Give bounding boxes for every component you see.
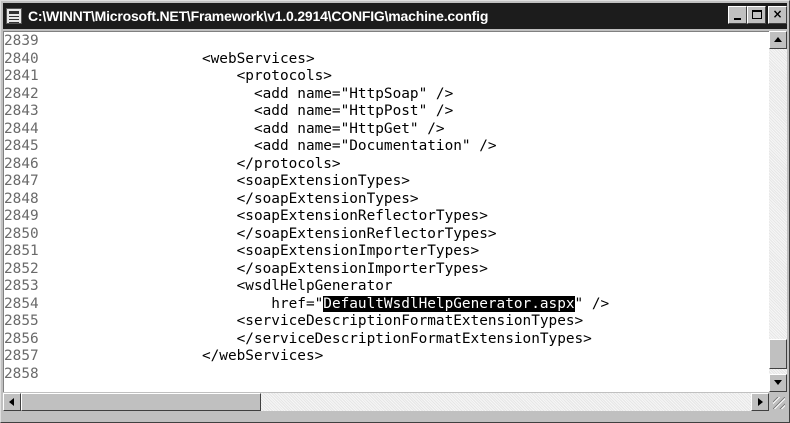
code-text: </soapExtensionImporterTypes> bbox=[124, 260, 488, 277]
arrow-up-icon bbox=[774, 37, 782, 42]
document-icon[interactable] bbox=[6, 8, 22, 24]
code-line[interactable]: 2849 <soapExtensionReflectorTypes> bbox=[4, 208, 488, 225]
minimize-button[interactable] bbox=[728, 6, 747, 24]
code-line[interactable]: 2852 </soapExtensionImporterTypes> bbox=[4, 261, 488, 278]
close-icon: × bbox=[772, 7, 783, 21]
code-line[interactable]: 2840 <webServices> bbox=[4, 51, 315, 68]
code-text: </soapExtensionTypes> bbox=[124, 190, 419, 207]
code-line[interactable]: 2841 <protocols> bbox=[4, 68, 332, 85]
code-text: </soapExtensionReflectorTypes> bbox=[124, 225, 497, 242]
code-line[interactable]: 2843 <add name="HttpPost" /> bbox=[4, 103, 453, 120]
code-line[interactable]: 2855 <serviceDescriptionFormatExtensionT… bbox=[4, 313, 583, 330]
vertical-scrollbar[interactable] bbox=[769, 31, 787, 392]
code-line[interactable]: 2842 <add name="HttpSoap" /> bbox=[4, 86, 453, 103]
code-line[interactable]: 2858 bbox=[4, 366, 202, 383]
window-controls: × bbox=[728, 6, 787, 24]
line-number: 2847 bbox=[4, 173, 39, 189]
arrow-down-icon bbox=[774, 380, 782, 385]
code-text: </webServices> bbox=[124, 348, 324, 364]
line-number: 2843 bbox=[4, 103, 39, 119]
horizontal-scroll-thumb[interactable] bbox=[21, 393, 261, 411]
code-line[interactable]: 2839 bbox=[4, 33, 202, 50]
line-number: 2851 bbox=[4, 243, 39, 259]
line-number: 2844 bbox=[4, 120, 39, 137]
code-text: <add name="HttpGet" /> bbox=[124, 120, 445, 137]
code-text: </serviceDescriptionFormatExtensionTypes… bbox=[124, 330, 592, 347]
code-line[interactable]: 2850 </soapExtensionReflectorTypes> bbox=[4, 226, 497, 243]
code-line[interactable]: 2851 <soapExtensionImporterTypes> bbox=[4, 243, 479, 260]
code-line[interactable]: 2848 </soapExtensionTypes> bbox=[4, 191, 419, 208]
maximize-button[interactable] bbox=[747, 6, 766, 24]
line-number: 2855 bbox=[4, 313, 39, 329]
code-text: <wsdlHelpGenerator bbox=[124, 278, 393, 294]
code-text: <add name="HttpSoap" /> bbox=[124, 85, 454, 102]
code-text: <webServices> bbox=[124, 50, 315, 67]
scroll-left-button[interactable] bbox=[3, 393, 21, 411]
code-text: </protocols> bbox=[124, 155, 341, 172]
line-number: 2842 bbox=[4, 85, 39, 102]
line-number: 2839 bbox=[4, 33, 39, 49]
code-text: <add name="Documentation" /> bbox=[124, 138, 497, 154]
line-number: 2845 bbox=[4, 138, 39, 154]
code-text: <soapExtensionTypes> bbox=[124, 173, 410, 189]
line-number: 2850 bbox=[4, 225, 39, 242]
code-line[interactable]: 2845 <add name="Documentation" /> bbox=[4, 138, 497, 155]
line-number: 2849 bbox=[4, 208, 39, 224]
minimize-icon bbox=[734, 18, 741, 20]
code-text: <soapExtensionImporterTypes> bbox=[124, 243, 480, 259]
horizontal-scrollbar[interactable] bbox=[3, 393, 769, 411]
code-line[interactable]: 2853 <wsdlHelpGenerator bbox=[4, 278, 393, 295]
line-number: 2841 bbox=[4, 68, 39, 84]
line-number: 2853 bbox=[4, 278, 39, 294]
code-line[interactable]: 2847 <soapExtensionTypes> bbox=[4, 173, 410, 190]
code-line[interactable]: 2844 <add name="HttpGet" /> bbox=[4, 121, 445, 138]
scroll-up-button[interactable] bbox=[769, 31, 787, 49]
line-number: 2852 bbox=[4, 260, 39, 277]
line-number: 2840 bbox=[4, 50, 39, 67]
code-text: <add name="HttpPost" /> bbox=[124, 103, 454, 119]
resize-grip-icon[interactable] bbox=[769, 393, 787, 411]
line-number: 2858 bbox=[4, 365, 39, 382]
code-text: <serviceDescriptionFormatExtensionTypes> bbox=[124, 313, 584, 329]
line-number: 2848 bbox=[4, 190, 39, 207]
close-button[interactable]: × bbox=[768, 6, 787, 24]
scroll-right-button[interactable] bbox=[751, 393, 769, 411]
code-line[interactable]: 2857 </webServices> bbox=[4, 348, 323, 365]
text-editor[interactable]: 2839 2840 <webServices> 2841 <protocols> 2… bbox=[3, 31, 769, 392]
code-text: " /> bbox=[574, 295, 610, 312]
vertical-scroll-thumb[interactable] bbox=[769, 339, 787, 369]
line-number: 2856 bbox=[4, 330, 39, 347]
code-line[interactable]: 2856 </serviceDescriptionFormatExtension… bbox=[4, 331, 592, 348]
code-line[interactable]: 2854 href="DefaultWsdlHelpGenerator.aspx… bbox=[4, 295, 610, 313]
maximize-icon bbox=[752, 10, 762, 19]
arrow-right-icon bbox=[758, 398, 763, 406]
window-title: C:\WINNT\Microsoft.NET\Framework\v1.0.29… bbox=[28, 8, 489, 24]
code-text: <protocols> bbox=[124, 68, 332, 84]
scroll-down-button[interactable] bbox=[769, 374, 787, 392]
title-bar[interactable]: C:\WINNT\Microsoft.NET\Framework\v1.0.29… bbox=[3, 3, 787, 29]
line-number: 2854 bbox=[4, 295, 39, 312]
editor-window: C:\WINNT\Microsoft.NET\Framework\v1.0.29… bbox=[0, 0, 790, 423]
code-text: <soapExtensionReflectorTypes> bbox=[124, 208, 488, 224]
arrow-left-icon bbox=[9, 398, 14, 406]
code-line[interactable]: 2846 </protocols> bbox=[4, 156, 341, 173]
selected-text[interactable]: DefaultWsdlHelpGenerator.aspx bbox=[323, 295, 575, 312]
line-number: 2857 bbox=[4, 348, 39, 364]
code-text: href=" bbox=[124, 295, 324, 312]
line-number: 2846 bbox=[4, 155, 39, 172]
